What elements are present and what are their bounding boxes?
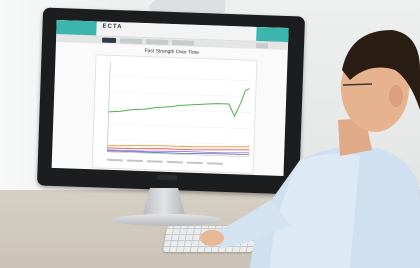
man-at-computer <box>200 30 420 268</box>
glasses <box>342 83 373 86</box>
hand <box>200 230 224 246</box>
